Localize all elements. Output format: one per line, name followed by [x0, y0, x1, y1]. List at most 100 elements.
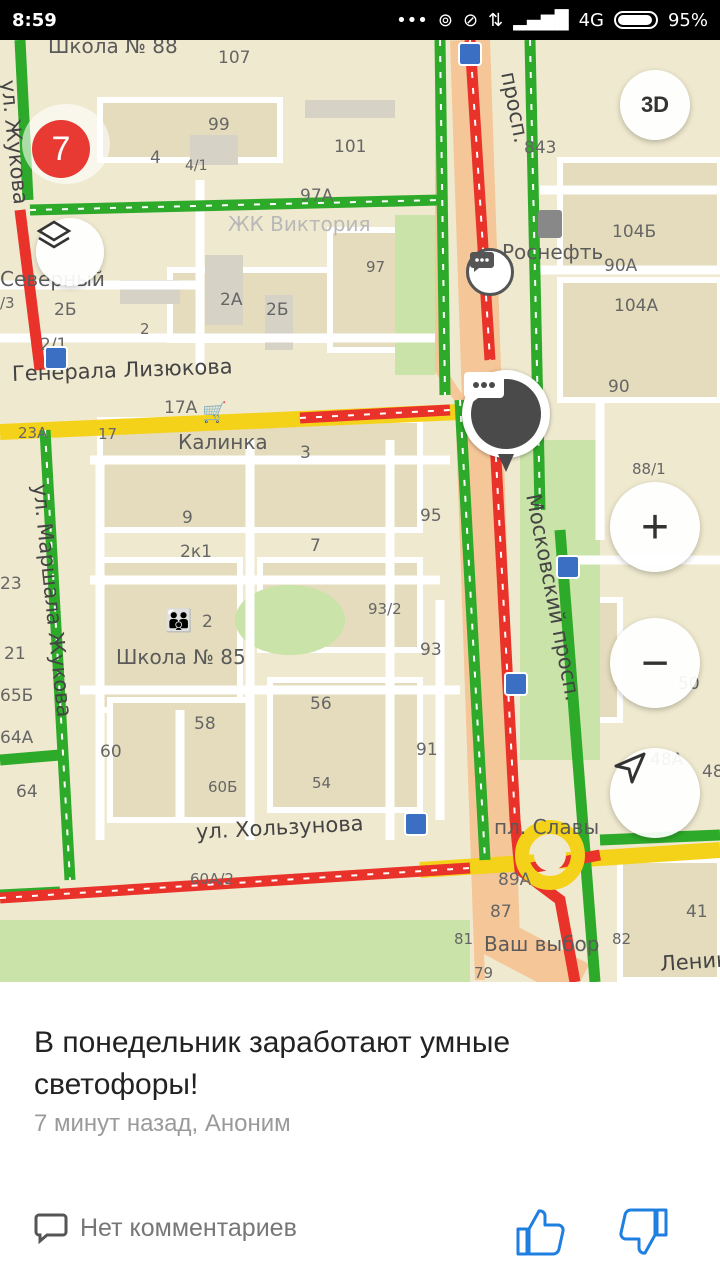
- mute-icon: ⊘: [463, 9, 479, 31]
- house-number: /3: [0, 294, 15, 312]
- thumbs-down-icon: [619, 1208, 668, 1255]
- house-number: 89А: [498, 870, 532, 890]
- house-number: 2Б: [54, 300, 77, 320]
- bus-stop-icon[interactable]: [44, 346, 68, 370]
- house-number: 88/1: [632, 460, 666, 478]
- house-number: 65Б: [0, 686, 34, 706]
- pin-tail: [498, 454, 514, 472]
- gas-station-icon[interactable]: [538, 210, 562, 238]
- house-number: 2: [140, 320, 150, 338]
- map-view[interactable]: Генерала Лизюкова ул. Маршала Жукова ул.…: [0, 40, 720, 982]
- more-dots-icon: •••: [396, 9, 428, 31]
- street-lenina: Ленинс: [659, 946, 720, 976]
- house-number: 17: [98, 425, 118, 443]
- thumbs-up-icon: [516, 1209, 565, 1256]
- house-number: 843: [524, 138, 557, 158]
- road-event-card[interactable]: В понедельник заработают умные светофоры…: [0, 982, 720, 1280]
- house-number: 87: [490, 902, 512, 922]
- 3d-button[interactable]: 3D: [620, 70, 690, 140]
- house-number: 9: [182, 508, 193, 528]
- house-number: 104А: [614, 296, 659, 316]
- house-number: 90А: [604, 256, 638, 276]
- navigation-arrow-icon: [614, 752, 646, 784]
- place-label: Роснефть: [502, 240, 604, 264]
- zoom-in-button[interactable]: +: [610, 482, 700, 572]
- place-label: пл. Славы: [494, 815, 600, 839]
- house-number: 91: [416, 740, 438, 760]
- house-number: 60А/2: [190, 870, 234, 888]
- house-number: 82: [612, 930, 632, 948]
- signal-icon: ▂▄▆█: [513, 9, 569, 31]
- house-number: 2: [202, 612, 213, 632]
- house-number: 60Б: [208, 778, 238, 796]
- place-label: Калинка: [178, 430, 268, 454]
- house-number: 64А: [0, 728, 34, 748]
- house-number: 107: [218, 48, 251, 68]
- traffic-level-badge: 7: [32, 120, 90, 178]
- layers-icon: [36, 220, 72, 249]
- network-type: 4G: [578, 9, 604, 31]
- chat-bubble-icon: [470, 252, 494, 272]
- house-number: 23А: [18, 424, 48, 442]
- house-number: 2А: [220, 290, 243, 310]
- dislike-button[interactable]: [616, 1204, 672, 1260]
- traffic-jams-button[interactable]: 7: [22, 104, 110, 184]
- house-number: 4/1: [185, 158, 208, 174]
- zoom-out-button[interactable]: −: [610, 618, 700, 708]
- house-number: 56: [310, 694, 332, 714]
- house-number: 41: [686, 902, 708, 922]
- hotspot-icon: ⊚: [437, 9, 454, 31]
- house-number: 97: [366, 258, 386, 276]
- bus-stop-icon[interactable]: [404, 812, 428, 836]
- house-number: 2к1: [180, 542, 212, 562]
- bus-stop-icon[interactable]: [458, 42, 482, 66]
- house-number: 101: [334, 137, 367, 157]
- place-label: Ваш выбор: [484, 932, 600, 956]
- house-number: 2Б: [266, 300, 289, 320]
- house-number: 81: [454, 930, 474, 948]
- selected-road-event-pin[interactable]: [462, 370, 550, 472]
- status-icons: ••• ⊚ ⊘ ⇅ ▂▄▆█ 4G 95%: [396, 10, 708, 31]
- house-number: 17А: [164, 398, 198, 418]
- place-label: Школа № 88: [48, 40, 178, 58]
- house-number: 48: [702, 762, 720, 782]
- house-number: 93: [420, 640, 442, 660]
- status-time: 8:59: [12, 9, 57, 31]
- house-number: 54: [312, 774, 332, 792]
- place-label: Школа № 85: [116, 645, 246, 669]
- comment-icon: [34, 1213, 68, 1244]
- house-number: 23: [0, 574, 22, 594]
- like-button[interactable]: [512, 1204, 568, 1260]
- battery-icon: [613, 11, 658, 29]
- house-number: 79: [474, 964, 494, 982]
- house-number: 97А: [300, 186, 334, 206]
- shop-icon[interactable]: 🛒: [202, 400, 227, 425]
- bus-stop-icon[interactable]: [504, 672, 528, 696]
- house-number: 64: [16, 782, 38, 802]
- layers-button[interactable]: [36, 218, 104, 286]
- house-number: 60: [100, 742, 122, 762]
- battery-percent: 95%: [667, 9, 708, 31]
- comments-link[interactable]: Нет комментариев: [34, 1212, 297, 1244]
- event-message: В понедельник заработают умные светофоры…: [34, 1026, 511, 1101]
- house-number: 4: [150, 148, 161, 168]
- house-number: 3: [300, 443, 311, 463]
- comments-label: Нет комментариев: [80, 1213, 297, 1242]
- road-event-pin[interactable]: [466, 248, 514, 296]
- status-bar: 8:59 ••• ⊚ ⊘ ⇅ ▂▄▆█ 4G 95%: [0, 0, 720, 40]
- house-number: 21: [4, 644, 26, 664]
- house-number: 58: [194, 714, 216, 734]
- house-number: 99: [208, 115, 230, 135]
- data-arrows-icon: ⇅: [488, 9, 504, 31]
- locate-me-button[interactable]: [610, 748, 700, 838]
- school-icon[interactable]: 👪: [165, 608, 192, 634]
- house-number: 7: [310, 536, 321, 556]
- chat-bubble-icon: [464, 372, 541, 449]
- house-number: 90: [608, 377, 630, 397]
- house-number: 104Б: [612, 222, 657, 242]
- house-number: 93/2: [368, 600, 402, 618]
- event-meta: 7 минут назад, Аноним: [34, 1110, 291, 1137]
- house-number: 95: [420, 506, 442, 526]
- bus-stop-icon[interactable]: [556, 555, 580, 579]
- place-label: ЖК Виктория: [228, 212, 371, 236]
